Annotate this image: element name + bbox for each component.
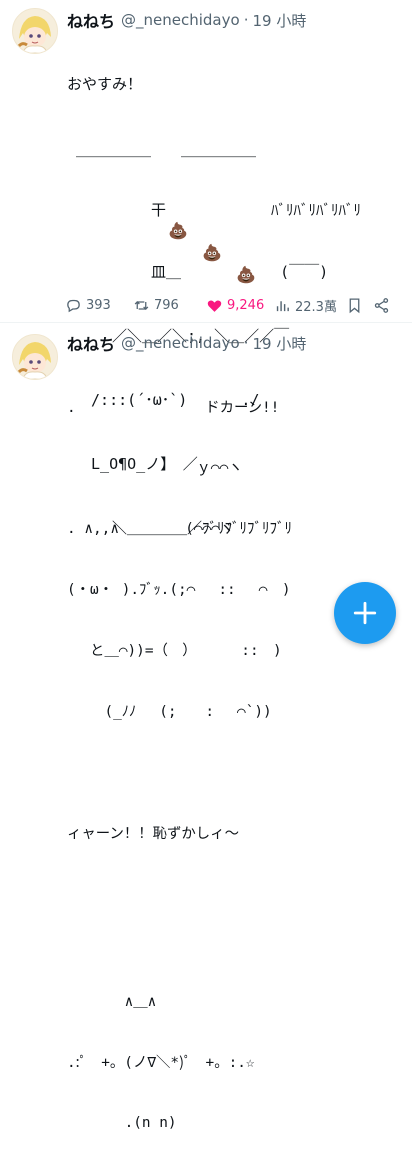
tweet-text: . ドカーン!! ｙ⌒⌒ヽ . ∧,,∧ (⌒⌒⌒ヾ (・ω・ ).ﾌﾞｯ.(;…: [67, 357, 400, 1174]
display-name[interactable]: ねねち: [67, 8, 115, 32]
poop-emoji: 💩: [236, 265, 256, 284]
bookmark-button[interactable]: [346, 297, 367, 314]
tweet-line: . ∧,,∧ (⌒⌒⌒ヾ: [67, 521, 235, 538]
avatar-illustration-icon: [13, 335, 57, 379]
user-handle[interactable]: @_nenechidayo: [121, 334, 240, 352]
timestamp[interactable]: 19 小時: [252, 10, 306, 31]
retweet-count: 796: [154, 297, 179, 313]
display-name[interactable]: ねねち: [67, 331, 115, 355]
tweet-line: 皿＿ (￣￣): [67, 263, 329, 281]
poop-emoji: 💩: [202, 243, 222, 262]
user-handle[interactable]: @_nenechidayo: [121, 11, 240, 29]
tweet-line: おやすみ！: [67, 75, 143, 93]
bar-chart-icon: [276, 300, 289, 311]
tweet-line: ＿＿＿＿＿ ＿＿＿＿＿: [67, 141, 257, 159]
tweet-line: [67, 945, 400, 951]
reply-button[interactable]: 393: [65, 297, 111, 314]
tweet-line: . ドカーン!!: [67, 399, 280, 416]
separator-dot: ·: [243, 11, 249, 29]
tweet-line: .(n n): [67, 1115, 177, 1132]
tweet-line: ｙ⌒⌒ヽ: [67, 460, 243, 477]
share-icon: [374, 297, 389, 313]
reply-icon: [67, 299, 80, 312]
compose-button[interactable]: [334, 582, 396, 644]
avatar[interactable]: [12, 8, 58, 54]
view-count: 22.3萬: [295, 299, 337, 315]
tweet-line: 干 ﾊﾞﾘﾊﾞﾘﾊﾞﾘﾊﾞﾘ: [67, 201, 362, 219]
tweet-line: .:ﾟ +。(ノ∇＼*)ﾟ +。:.☆: [67, 1054, 255, 1071]
bookmark-icon: [349, 297, 360, 313]
tweet-line: [67, 763, 400, 783]
poop-emoji: 💩: [168, 221, 188, 240]
tweet[interactable]: ねねち @_nenechidayo · 19 小時 おやすみ！ ＿＿＿＿＿ ＿＿…: [0, 0, 412, 537]
plus-icon: [353, 601, 377, 625]
avatar-illustration-icon: [13, 9, 57, 53]
retweet-icon: [134, 300, 149, 310]
reply-count: 393: [86, 297, 111, 313]
tweet-line: ィャーン！！恥ずかしィ～: [67, 825, 239, 842]
retweet-button[interactable]: 796: [133, 297, 179, 314]
heart-icon: [207, 299, 222, 312]
tweet-actions: 393 796 9,246 22.3萬: [65, 294, 395, 316]
tweet-line: ∧＿∧: [67, 993, 157, 1010]
tweet-line: と＿⌒))=（ ） :: ): [67, 643, 282, 660]
views-button[interactable]: 22.3萬: [274, 296, 337, 315]
share-button[interactable]: [373, 297, 394, 314]
tweet-line: (_ﾉﾉ (; : ⌒`)): [67, 704, 272, 721]
separator-dot: ·: [243, 334, 249, 352]
timestamp[interactable]: 19 小時: [252, 333, 306, 354]
avatar[interactable]: [12, 334, 58, 380]
tweet-header: ねねち @_nenechidayo · 19 小時: [67, 331, 306, 355]
like-count: 9,246: [227, 297, 265, 313]
tweet-line: [67, 884, 400, 904]
tweet-header: ねねち @_nenechidayo · 19 小時: [67, 8, 306, 32]
like-button[interactable]: 9,246: [206, 297, 264, 314]
